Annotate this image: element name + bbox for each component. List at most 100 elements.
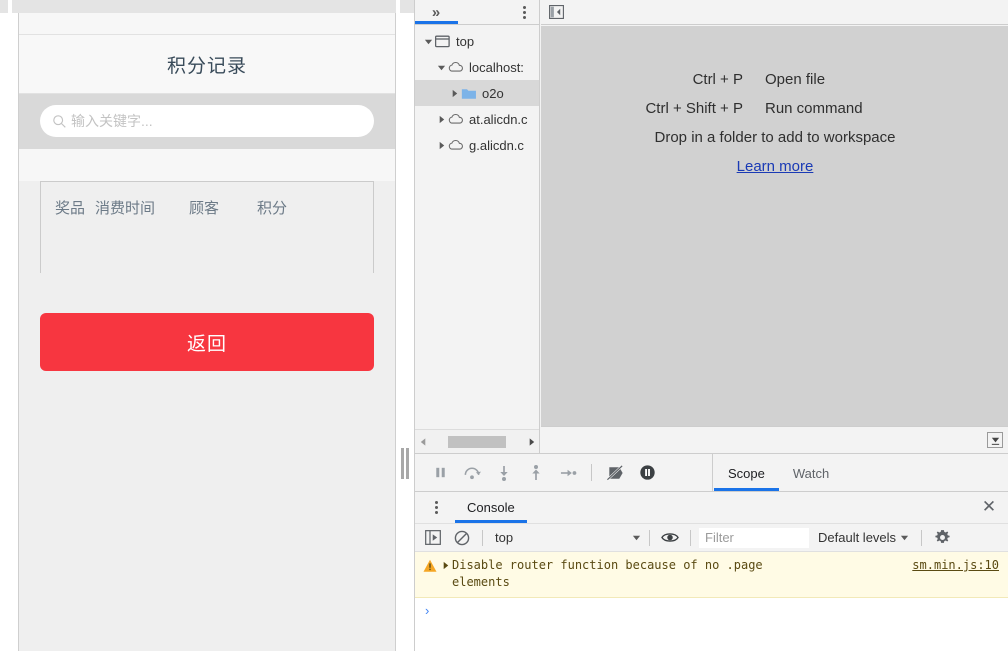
cloud-icon [448,60,465,74]
scrollbar-thumb[interactable] [448,435,506,448]
viewport-strip-gap-right [396,0,400,13]
tree-item-at-alicdn[interactable]: at.alicdn.c [415,106,539,132]
table-column-header: 奖品 [55,200,86,217]
cloud-icon [448,112,465,126]
kebab-dot [434,501,438,504]
sources-editor: Ctrl + P Open file Ctrl + Shift + P Run … [541,0,1008,453]
console-sidebar-icon[interactable] [421,526,445,550]
kebab-dot [522,15,526,19]
pause-on-exceptions-icon[interactable] [634,460,660,486]
chevron-right-icon[interactable] [434,112,448,126]
navigator-horizontal-scrollbar[interactable] [415,429,539,453]
editor-toolbar [541,0,1008,25]
devtools-panel: » top localhost: o2o at.alicdn.c g.alicd… [414,0,1008,651]
sources-navigator: » top localhost: o2o at.alicdn.c g.alicd… [415,0,540,453]
chevron-right-icon[interactable] [434,138,448,152]
navigator-tabbar: » [415,0,539,25]
back-button[interactable]: 返回 [40,313,374,371]
cloud-icon [448,138,465,152]
editor-statusbar [541,426,1008,453]
records-content: 奖品 消费时间 顾客 积分 返回 [19,181,395,651]
debugger-toolbar-row: Scope Watch [415,453,1008,491]
console-context-selector[interactable]: top [491,527,641,549]
search-input[interactable]: 输入关键字... [40,105,374,137]
tree-item-top[interactable]: top [415,28,539,54]
console-toolbar: top Default levels [415,524,1008,552]
viewport-strip-gap-left [8,0,12,13]
show-navigator-icon[interactable] [545,2,567,22]
debugger-controls [415,454,713,491]
folder-icon [461,86,478,100]
log-levels-dropdown[interactable]: Default levels [814,530,913,545]
console-message-source[interactable]: sm.min.js:10 [912,558,999,572]
active-tab-indicator [415,21,458,24]
table-column-header: 顾客 [189,200,220,217]
shortcut-row: Ctrl + P Open file [605,71,945,88]
drop-folder-hint: Drop in a folder to add to workspace [654,129,896,146]
step-over-icon[interactable] [459,460,485,486]
table-column-header: 积分 [257,200,288,217]
console-context-value: top [495,530,514,545]
tree-item-label: top [456,33,475,49]
shortcut-keys: Ctrl + Shift + P [645,100,743,117]
chevron-down-icon[interactable] [421,34,435,48]
pretty-print-icon[interactable] [987,432,1003,448]
expand-arrow-icon[interactable] [441,561,450,570]
tree-item-o2o[interactable]: o2o [415,80,539,106]
console-drawer: Console ✕ top Filter Default levels Disa… [415,491,1008,651]
shortcut-action: Open file [765,71,826,88]
console-filter-input[interactable] [699,527,809,548]
clear-console-icon[interactable] [450,526,474,550]
tree-item-label: o2o [482,85,504,101]
scroll-left-icon[interactable] [415,430,431,454]
search-icon [53,114,66,128]
tab-scope[interactable]: Scope [714,455,779,491]
grip-bar [406,448,409,479]
kebab-dot [522,5,526,9]
drawer-tabbar: Console ✕ [415,492,1008,524]
debugger-side-tabs: Scope Watch [714,454,1008,491]
more-options-icon[interactable] [515,0,533,24]
step-out-icon[interactable] [523,460,549,486]
log-levels-value: Default levels [818,530,897,545]
close-icon[interactable]: ✕ [979,497,999,517]
step-icon[interactable] [555,460,581,486]
toolbar-divider [921,529,923,546]
file-tree: top localhost: o2o at.alicdn.c g.alicdn.… [415,26,539,429]
scrollbar-track[interactable] [431,430,523,454]
page-title: 积分记录 [166,55,247,77]
prompt-chevron-icon: › [425,602,430,618]
devtools-resize-handle[interactable] [400,448,411,479]
sources-panel: » top localhost: o2o at.alicdn.c g.alicd… [415,0,1008,453]
page-viewport: 积分记录 输入关键字... 奖品 消费时间 顾客 积分 返回 [0,0,414,651]
console-messages: Disable router function because of no .p… [415,552,1008,622]
chevron-right-icon[interactable] [447,86,461,100]
editor-empty-state: Ctrl + P Open file Ctrl + Shift + P Run … [541,26,1008,426]
more-tools-icon[interactable] [427,496,445,520]
tree-item-g-alicdn[interactable]: g.alicdn.c [415,132,539,158]
scroll-right-icon[interactable] [523,430,539,454]
console-message-warning[interactable]: Disable router function because of no .p… [415,552,1008,598]
search-section: 输入关键字... [19,94,395,149]
deactivate-breakpoints-icon[interactable] [602,460,628,486]
learn-more-link[interactable]: Learn more [737,158,814,175]
tree-item-label: at.alicdn.c [469,111,528,127]
toolbar-divider [649,529,650,546]
console-prompt[interactable]: › [415,598,1008,622]
live-expression-icon[interactable] [658,526,682,550]
toolbar-divider [482,529,483,546]
step-into-icon[interactable] [491,460,517,486]
chevron-down-icon[interactable] [434,60,448,74]
tab-watch[interactable]: Watch [779,455,843,491]
settings-gear-icon[interactable] [930,526,954,550]
records-table: 奖品 消费时间 顾客 积分 [40,181,374,273]
chevron-down-icon [632,535,641,541]
console-message-text: Disable router function because of no .p… [452,558,763,589]
tree-item-localhost[interactable]: localhost: [415,54,539,80]
chevron-down-icon [900,535,909,541]
pause-script-execution-icon[interactable] [427,460,453,486]
page-content: 积分记录 输入关键字... 奖品 消费时间 顾客 积分 返回 [19,13,395,651]
grip-bar [401,448,404,479]
tab-console[interactable]: Console [455,492,527,523]
page-header: 积分记录 [19,34,395,94]
